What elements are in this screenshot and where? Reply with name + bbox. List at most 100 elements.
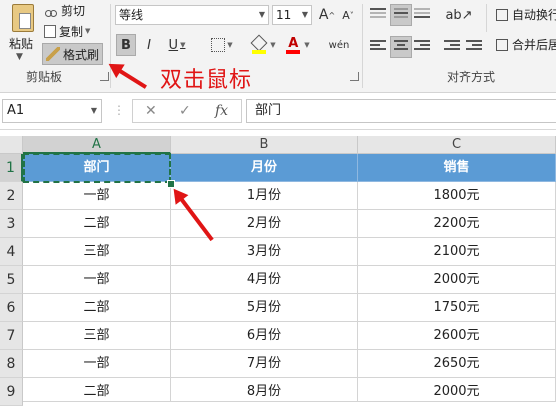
chevron-down-icon[interactable]: ▼ — [270, 41, 275, 49]
row-header[interactable]: 4 — [0, 238, 23, 266]
name-box[interactable]: A1 ▼ — [2, 99, 102, 123]
cell-a8[interactable]: 一部 — [23, 350, 171, 378]
cell-a4[interactable]: 三部 — [23, 238, 171, 266]
font-name-select[interactable]: 等线 ▼ — [115, 5, 269, 25]
underline-button[interactable]: U ▼ — [162, 34, 192, 56]
font-color-button[interactable]: A ▼ — [282, 34, 312, 56]
chevron-down-icon[interactable]: ▼ — [85, 27, 90, 35]
align-right-icon[interactable] — [414, 40, 430, 54]
column-header-c[interactable]: C — [358, 136, 556, 154]
chevron-down-icon[interactable]: ▼ — [259, 6, 265, 24]
chevron-down-icon[interactable]: ▼ — [227, 41, 232, 49]
insert-function-icon[interactable]: fx — [215, 100, 228, 122]
cell-a3[interactable]: 二部 — [23, 210, 171, 238]
cell-c2[interactable]: 1800元 — [358, 182, 556, 210]
column-header-b[interactable]: B — [171, 136, 358, 154]
cell-b2[interactable]: 1月份 — [171, 182, 358, 210]
cancel-icon[interactable]: ✕ — [145, 100, 157, 122]
cell-b6[interactable]: 5月份 — [171, 294, 358, 322]
paste-label: 粘贴 — [8, 37, 33, 51]
cell-c9[interactable]: 2000元 — [358, 378, 556, 402]
cell-a1[interactable]: 部门 — [23, 154, 171, 182]
cell-c8[interactable]: 2650元 — [358, 350, 556, 378]
cell-b9[interactable]: 8月份 — [171, 378, 358, 402]
paint-bucket-icon — [250, 34, 268, 54]
row-header[interactable]: 7 — [0, 322, 23, 350]
chevron-down-icon[interactable]: ▼ — [91, 100, 97, 122]
cell-b7[interactable]: 6月份 — [171, 322, 358, 350]
select-all-corner[interactable] — [0, 136, 23, 154]
scissors-icon — [44, 3, 58, 17]
formula-bar: A1 ▼ ⋮ ✕ ✓ fx 部门 — [0, 93, 556, 130]
caret-down-icon: ˅ — [349, 10, 354, 20]
cell-b1[interactable]: 月份 — [171, 154, 358, 182]
chevron-down-icon[interactable]: ▼ — [16, 52, 23, 62]
increase-font-size-icon[interactable]: A ^ — [318, 6, 336, 24]
decrease-font-size-icon[interactable]: A ˅ — [340, 6, 356, 24]
row-header[interactable]: 1 — [0, 154, 23, 182]
merge-cells-icon — [496, 38, 508, 51]
wrap-text-label: 自动换行 — [512, 8, 556, 22]
border-icon — [211, 38, 226, 52]
formula-input[interactable]: 部门 — [246, 99, 556, 123]
cell-a5[interactable]: 一部 — [23, 266, 171, 294]
cut-button[interactable]: 剪切 — [44, 0, 85, 20]
decrease-indent-icon[interactable] — [444, 40, 460, 54]
divider — [486, 4, 487, 32]
cell-a6[interactable]: 二部 — [23, 294, 171, 322]
grow-glyph: A — [318, 7, 329, 23]
bottom-align-icon[interactable] — [414, 8, 430, 22]
row-header[interactable]: 6 — [0, 294, 23, 322]
row-header[interactable]: 8 — [0, 350, 23, 378]
cell-a7[interactable]: 三部 — [23, 322, 171, 350]
copy-label: 复制 — [59, 24, 84, 39]
cell-a2[interactable]: 一部 — [23, 182, 171, 210]
cell-b5[interactable]: 4月份 — [171, 266, 358, 294]
row-header[interactable]: 2 — [0, 182, 23, 210]
clipboard-icon — [12, 4, 34, 32]
cell-a9[interactable]: 二部 — [23, 378, 171, 402]
increase-indent-icon[interactable] — [466, 40, 482, 54]
spreadsheet-grid: A B C 1 2 3 4 5 6 7 8 9 部门 月份 销售 一部 1月份 … — [0, 136, 556, 406]
cell-c7[interactable]: 2600元 — [358, 322, 556, 350]
cell-c6[interactable]: 1750元 — [358, 294, 556, 322]
cell-b4[interactable]: 3月份 — [171, 238, 358, 266]
top-align-icon[interactable] — [370, 8, 386, 22]
middle-align-icon[interactable] — [390, 4, 412, 26]
row-header[interactable]: 3 — [0, 210, 23, 238]
format-painter-button[interactable]: 格式刷 — [42, 43, 104, 65]
cell-c5[interactable]: 2000元 — [358, 266, 556, 294]
cell-c4[interactable]: 2100元 — [358, 238, 556, 266]
formula-content: 部门 — [255, 103, 282, 118]
align-left-icon[interactable] — [370, 40, 386, 54]
phonetic-guide-button[interactable]: wén — [322, 34, 356, 56]
fill-color-button[interactable]: ▼ — [248, 34, 278, 56]
cut-label: 剪切 — [61, 3, 86, 18]
chevron-down-icon[interactable]: ▼ — [302, 6, 308, 24]
orientation-button[interactable]: ab↗ — [445, 6, 472, 24]
chevron-down-icon[interactable]: ▼ — [180, 41, 185, 49]
divider — [362, 4, 363, 88]
borders-button[interactable]: ▼ — [205, 34, 239, 56]
paste-button[interactable]: 粘贴 ▼ — [4, 2, 38, 64]
cell-c1[interactable]: 销售 — [358, 154, 556, 182]
chevron-down-icon[interactable]: ▼ — [304, 41, 309, 49]
cell-b8[interactable]: 7月份 — [171, 350, 358, 378]
bold-button[interactable]: B — [116, 34, 136, 56]
font-dialog-launcher-icon[interactable] — [350, 72, 359, 81]
italic-button[interactable]: I — [140, 34, 158, 56]
row-header[interactable]: 5 — [0, 266, 23, 294]
copy-button[interactable]: 复制 ▼ — [44, 21, 90, 41]
font-size-select[interactable]: 11 ▼ — [272, 5, 312, 25]
underline-glyph: U — [168, 37, 179, 53]
merge-center-button[interactable]: 合并后居 — [496, 36, 556, 53]
vertical-dots-icon: ⋮ — [113, 103, 125, 117]
fill-handle[interactable] — [167, 180, 175, 188]
clipboard-dialog-launcher-icon[interactable] — [100, 72, 109, 81]
column-header-a[interactable]: A — [23, 136, 171, 154]
format-painter-label: 格式刷 — [63, 47, 100, 62]
enter-icon[interactable]: ✓ — [179, 100, 191, 122]
align-center-icon[interactable] — [390, 36, 412, 58]
wrap-text-button[interactable]: 自动换行 — [496, 6, 556, 23]
cell-c3[interactable]: 2200元 — [358, 210, 556, 238]
